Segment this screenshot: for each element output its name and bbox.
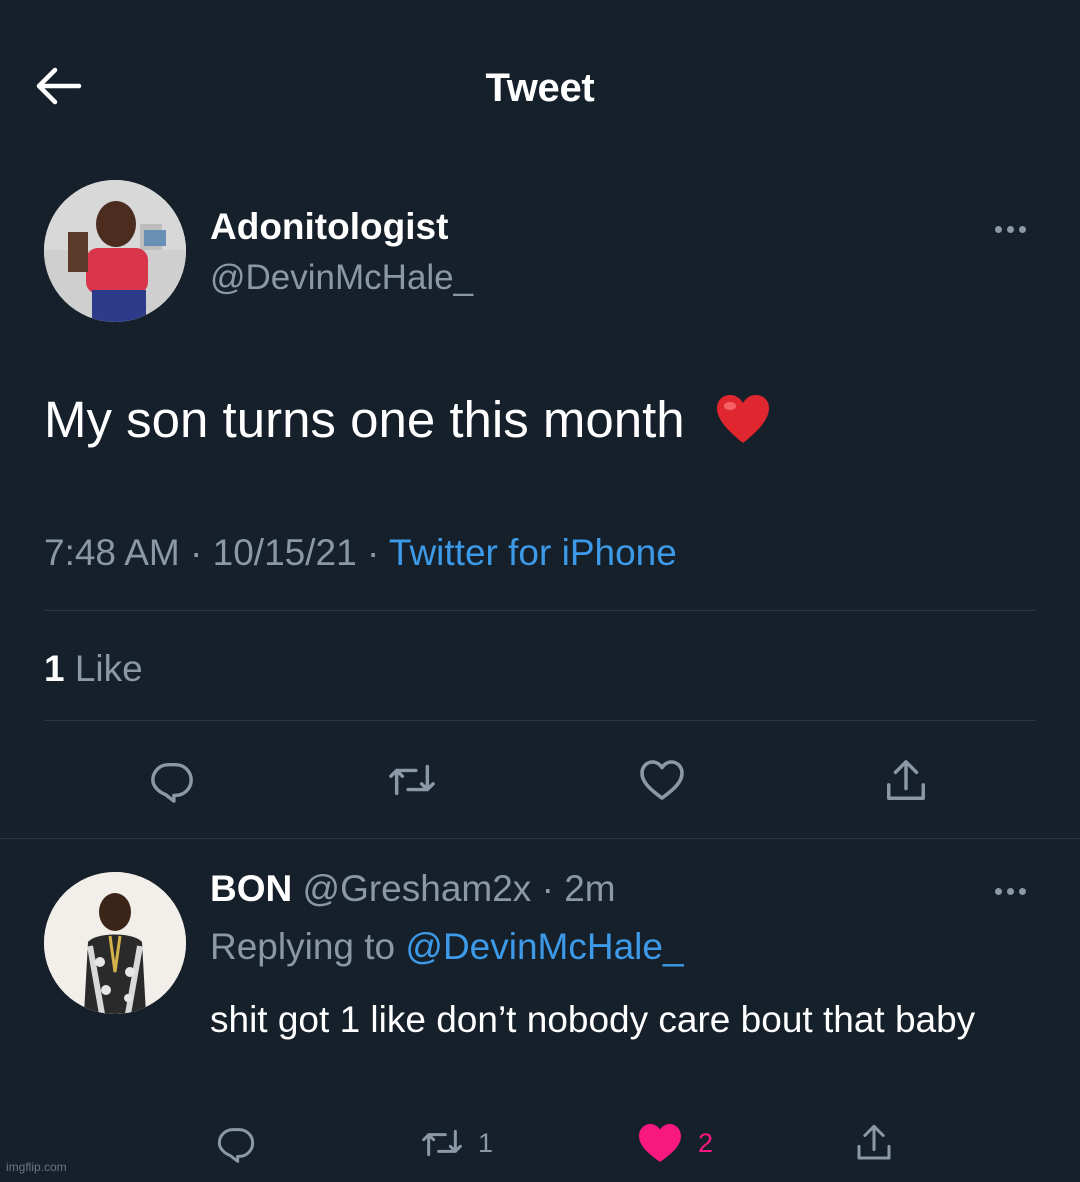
- tweet-time: 7:48 AM: [44, 532, 180, 573]
- reply-like-button[interactable]: 2: [636, 1116, 746, 1170]
- more-icon: [994, 225, 1026, 233]
- reply-reply-button[interactable]: [208, 1118, 264, 1168]
- reply-retweet-button[interactable]: 1: [420, 1118, 530, 1168]
- replying-to-line: Replying to @DevinMcHale_: [210, 924, 684, 970]
- retweet-icon: [420, 1123, 464, 1163]
- reply-share-button[interactable]: [846, 1116, 902, 1170]
- reply-age: 2m: [564, 868, 616, 909]
- meta-separator: ·: [356, 532, 389, 573]
- tweet-text-content: My son turns one this month: [44, 391, 685, 448]
- heart-filled-icon: [636, 1121, 684, 1165]
- author-avatar[interactable]: [44, 180, 186, 322]
- reply-separator: ·: [531, 868, 565, 909]
- reply-button[interactable]: [140, 752, 204, 808]
- divider: [44, 720, 1036, 721]
- replying-prefix: Replying to: [210, 926, 406, 967]
- reply-icon: [216, 1123, 256, 1163]
- reply-header: BON @Gresham2x · 2m: [210, 866, 616, 912]
- author-handle[interactable]: @DevinMcHale_: [210, 256, 473, 300]
- like-label: Like: [74, 648, 143, 689]
- page-title: Tweet: [485, 66, 595, 110]
- reply-text: shit got 1 like don’t nobody care bout t…: [210, 999, 976, 1040]
- red-heart-emoji: [715, 393, 771, 460]
- tweet-meta: 7:48 AM · 10/15/21 · Twitter for iPhone: [44, 530, 677, 576]
- heart-outline-icon: [638, 757, 686, 803]
- more-icon: [994, 887, 1026, 895]
- more-options-button[interactable]: [986, 214, 1034, 244]
- retweet-count: 1: [478, 1127, 494, 1158]
- tweet-text: My son turns one this month: [44, 388, 771, 460]
- share-button[interactable]: [874, 752, 938, 810]
- reply-author-avatar[interactable]: [44, 872, 186, 1014]
- reply-author-handle[interactable]: @Gresham2x: [303, 868, 532, 909]
- divider: [44, 610, 1036, 611]
- reply-more-options-button[interactable]: [986, 876, 1034, 906]
- tweet-source-link[interactable]: Twitter for iPhone: [389, 532, 677, 573]
- like-count: 1: [44, 648, 65, 689]
- tweet-date: 10/15/21: [212, 532, 357, 573]
- share-icon: [854, 1121, 894, 1165]
- like-button[interactable]: [630, 752, 694, 808]
- watermark: imgflip.com: [6, 1160, 67, 1174]
- replying-to-handle[interactable]: @DevinMcHale_: [405, 926, 683, 967]
- meta-separator: ·: [179, 532, 213, 573]
- retweet-button[interactable]: [380, 752, 444, 808]
- reply-author-name[interactable]: BON: [210, 868, 292, 909]
- reply-icon: [149, 757, 195, 803]
- reply-like-count: 2: [698, 1127, 714, 1158]
- author-name[interactable]: Adonitologist: [210, 204, 448, 250]
- likes-count-link[interactable]: 1 Like: [44, 646, 143, 692]
- divider: [0, 838, 1080, 839]
- retweet-icon: [387, 757, 437, 803]
- share-icon: [883, 756, 929, 806]
